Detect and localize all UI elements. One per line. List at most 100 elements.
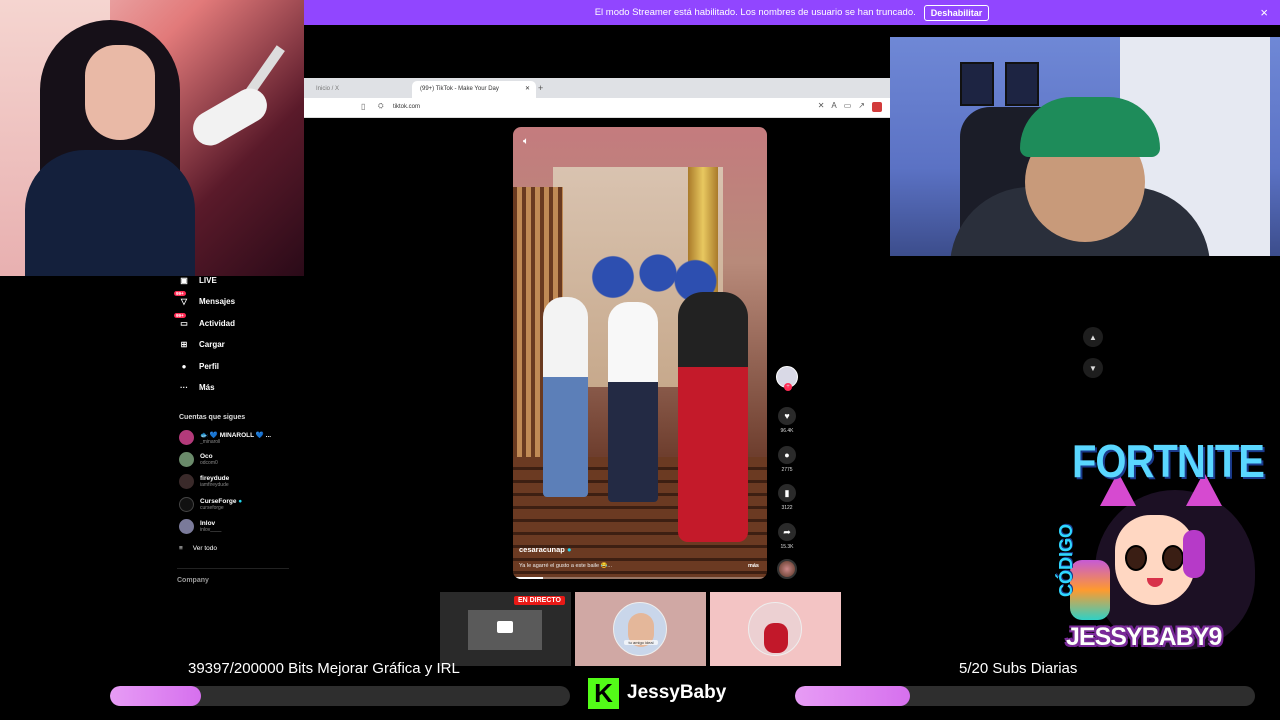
volume-icon[interactable]: 🔈︎ — [523, 136, 529, 147]
comment-count: 2775 — [781, 467, 793, 473]
recommended-thumbnail[interactable] — [710, 592, 841, 666]
save-count: 3122 — [781, 505, 793, 511]
creator-code: JESSYBABY9 — [1066, 623, 1222, 651]
avatar — [179, 519, 194, 534]
bookmark-icon[interactable]: ▯ — [361, 102, 365, 111]
following-account[interactable]: fireydude iamfireydude — [179, 474, 229, 489]
chibi-eye-left — [1125, 545, 1147, 571]
avatar — [179, 474, 194, 489]
streamer-webcam-left — [0, 0, 304, 276]
account-handle: inlov____ — [200, 527, 222, 533]
recommended-thumbnail[interactable]: tu amigo ideal — [575, 592, 706, 666]
follow-plus-icon[interactable]: + — [784, 383, 792, 391]
avatar — [179, 452, 194, 467]
chibi-eye-right — [1162, 545, 1184, 571]
following-account[interactable]: 🐟 💙 MINAROLL 💙 ... _minaroll — [179, 430, 271, 445]
guest-webcam-right — [890, 37, 1280, 256]
more-caption-link[interactable]: más — [748, 563, 759, 569]
fortnite-logo: FORTNITE — [1072, 436, 1265, 488]
dancer-left — [543, 297, 588, 497]
url-field[interactable]: tiktok.com — [393, 104, 420, 110]
sidebar-item-live[interactable]: ▣ LIVE — [178, 273, 217, 287]
like-button[interactable]: ♥ 96.4K — [773, 407, 801, 434]
sidebar-item-more[interactable]: ··· Más — [178, 380, 215, 394]
channel-name: JessyBaby — [627, 682, 727, 703]
sidebar-item-activity[interactable]: ▭ 99+ Actividad — [174, 312, 235, 330]
headphone — [1183, 530, 1205, 578]
avatar — [179, 497, 194, 512]
creator-avatar-button[interactable]: + — [773, 366, 801, 391]
see-all-link[interactable]: ≡ Ver todo — [179, 545, 217, 552]
account-name: Inlov — [200, 520, 216, 527]
upload-icon: ⊞ — [180, 339, 188, 349]
bits-goal-text: 39397/200000 Bits Mejorar Gráfica y IRL — [188, 660, 460, 677]
streamer-mode-banner: El modo Streamer está habilitado. Los no… — [304, 0, 1280, 25]
thumbnail-avatar: tu amigo ideal — [613, 602, 667, 656]
tiktok-sidebar: ▣ LIVE ▽ 99+ Mensajes ▭ 99+ Actividad ⊞ Ca… — [170, 276, 304, 596]
kick-brand: K JessyBaby — [588, 677, 726, 709]
comment-button[interactable]: ● 2775 — [773, 446, 801, 473]
thumbnail-caption: tu amigo ideal — [624, 640, 658, 645]
following-account[interactable]: Oco odcom0 — [179, 452, 218, 467]
account-name: fireydude — [200, 475, 230, 482]
messages-badge: 99+ — [174, 290, 186, 296]
share-icon[interactable]: ↗ — [858, 101, 865, 112]
avatar — [179, 430, 194, 445]
site-info-icon[interactable]: ⛭ — [378, 103, 384, 111]
sidebar-item-messages[interactable]: ▽ 99+ Mensajes — [174, 290, 236, 308]
previous-video-button[interactable]: ▲ — [1083, 327, 1103, 347]
next-video-button[interactable]: ▼ — [1083, 358, 1103, 378]
tab-x-home[interactable]: Inicio / X — [308, 81, 347, 98]
heart-icon: ♥ — [778, 407, 796, 425]
guest-cap — [1020, 97, 1160, 157]
close-icon[interactable]: × — [1260, 5, 1268, 20]
browser-extension-icons: ✕ A ▭ ↗ — [818, 101, 882, 112]
bookmark-icon: ▮ — [778, 484, 796, 502]
streamer-body — [25, 150, 195, 276]
account-handle: odcom0 — [200, 460, 218, 466]
account-handle: iamfireydude — [200, 482, 229, 488]
video-progress-fill — [513, 577, 544, 579]
sidebar-item-profile[interactable]: ● Perfil — [178, 359, 219, 373]
kick-logo-icon: K — [588, 677, 619, 709]
poster — [1005, 62, 1039, 106]
poster — [960, 62, 994, 106]
subs-goal-text: 5/20 Subs Diarias — [959, 660, 1078, 677]
live-icon: ▣ — [180, 275, 188, 285]
subs-goal-bar — [795, 686, 1255, 706]
translate-icon[interactable]: ✕ — [818, 101, 825, 112]
activity-icon: ▭ 99+ — [174, 312, 188, 328]
share-count: 15.3K — [780, 544, 794, 550]
tiktok-video-player[interactable]: 🔈︎ cesaracunap ● Ya le agarré el gusto a… — [513, 127, 767, 579]
video-author[interactable]: cesaracunap ● — [519, 545, 572, 554]
banner-message: El modo Streamer está habilitado. Los no… — [594, 7, 916, 18]
sidebar-item-label: Mensajes — [199, 296, 236, 306]
microphone — [186, 82, 274, 152]
save-button[interactable]: ▮ 3122 — [773, 484, 801, 511]
music-disc-button[interactable] — [773, 559, 801, 579]
close-tab-icon[interactable]: ✕ — [525, 85, 530, 92]
subs-goal-fill — [795, 686, 910, 706]
split-screen-icon[interactable]: ▭ — [844, 101, 852, 112]
creator-code-label: CÓDIGO — [1056, 523, 1077, 598]
new-tab-icon[interactable]: + — [538, 83, 543, 93]
bits-goal-fill — [110, 686, 201, 706]
following-account[interactable]: Inlov inlov____ — [179, 519, 221, 534]
verified-icon: ● — [566, 545, 572, 554]
disable-button[interactable]: Deshabilitar — [923, 4, 990, 21]
dancer-right — [678, 292, 748, 542]
tab-tiktok[interactable]: (99+) TikTok - Make Your Day ✕ — [412, 81, 536, 98]
read-aloud-icon[interactable]: A — [831, 101, 836, 112]
chevron-up-icon: ▲ — [1089, 332, 1097, 342]
bits-goal-bar — [110, 686, 570, 706]
activity-badge: 99+ — [174, 312, 186, 318]
company-link[interactable]: Company — [177, 577, 209, 584]
video-progress-bar[interactable] — [513, 577, 767, 579]
share-button[interactable]: ➦ 15.3K — [773, 523, 801, 550]
profile-icon: ● — [181, 361, 187, 371]
sidebar-item-upload[interactable]: ⊞ Cargar — [178, 337, 225, 351]
thumbnail-avatar — [748, 602, 802, 656]
extension-icon[interactable] — [872, 102, 882, 112]
live-stream-thumbnail[interactable]: EN DIRECTO — [440, 592, 571, 666]
following-account[interactable]: CurseForge ● curseforge — [179, 497, 242, 512]
